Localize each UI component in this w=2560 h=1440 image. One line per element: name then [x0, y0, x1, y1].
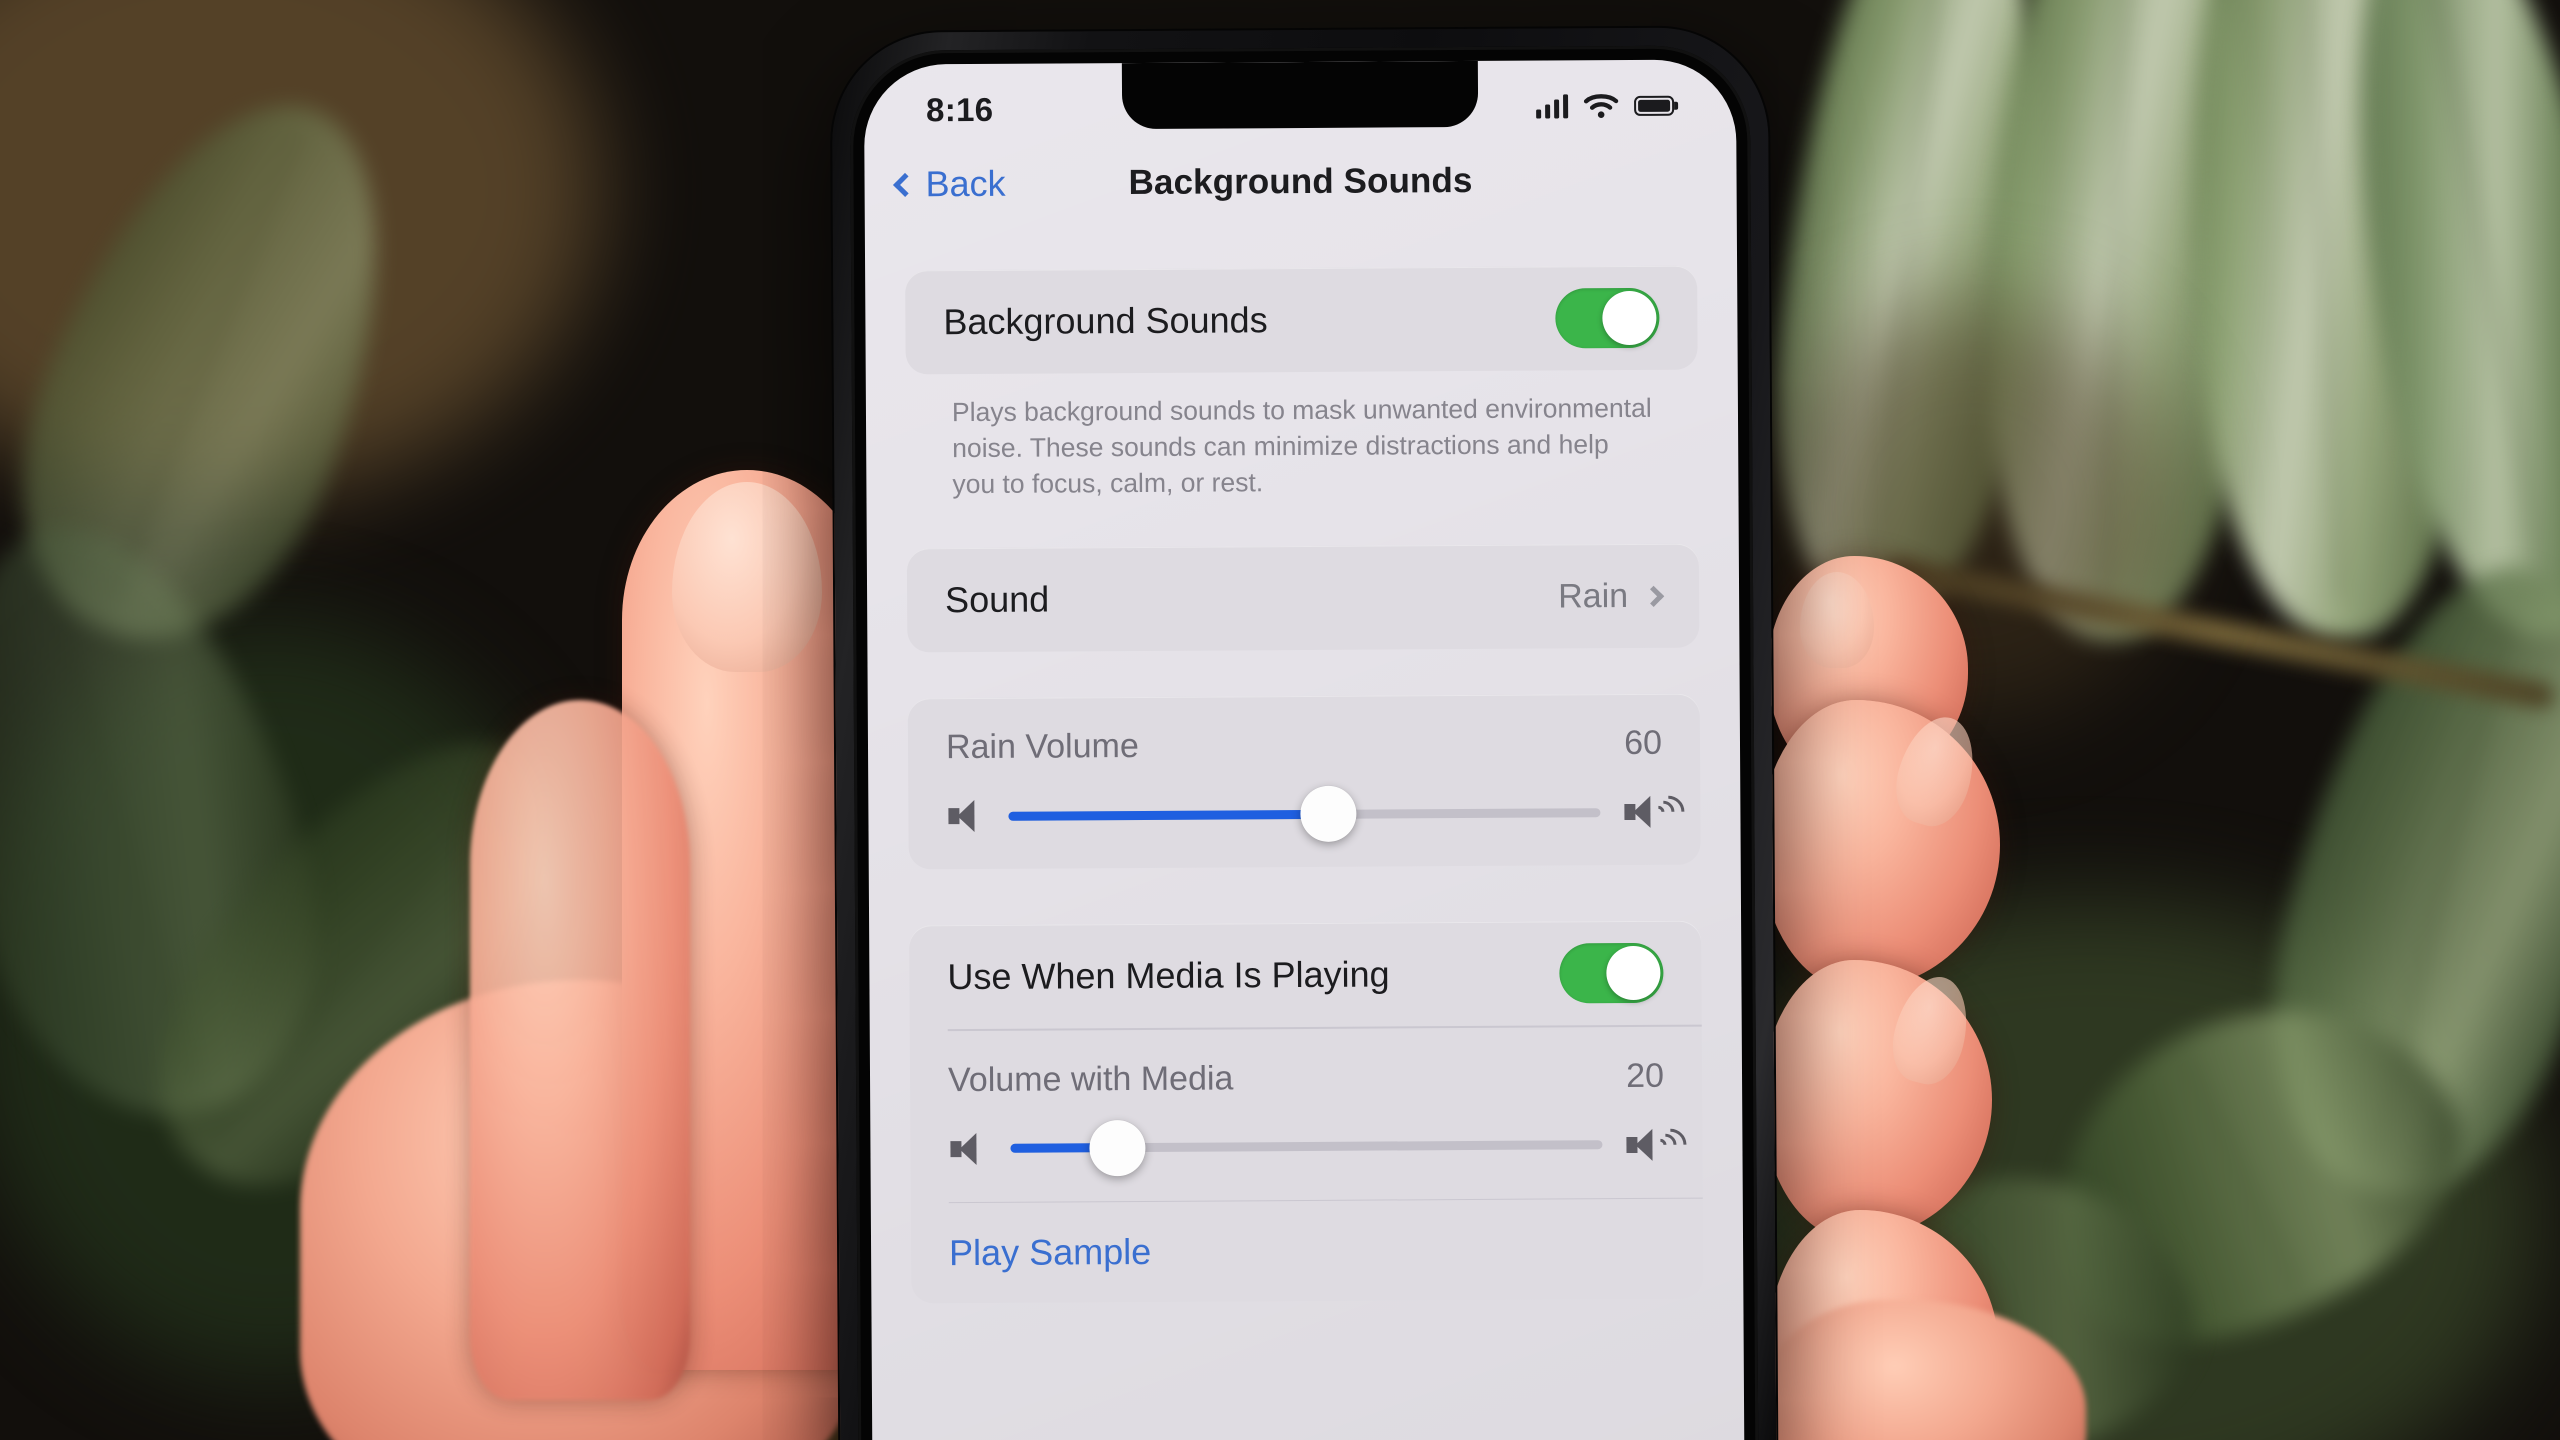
volume-with-media-block: Volume with Media 20: [910, 1026, 1703, 1202]
row-background-sounds[interactable]: Background Sounds: [905, 266, 1698, 375]
rain-volume-value: 60: [1624, 723, 1663, 763]
phone-screen: 8:16 Back Background Sounds Background S…: [863, 59, 1745, 1440]
notch: [1121, 60, 1479, 130]
settings-list: Background Sounds Plays background sound…: [865, 231, 1744, 1440]
background-sounds-toggle[interactable]: [1555, 287, 1660, 349]
speaker-low-icon: [946, 797, 986, 835]
volume-with-media-slider[interactable]: [1010, 1119, 1603, 1177]
sound-card: Sound Rain: [906, 543, 1700, 653]
background-sounds-footnote: Plays background sounds to mask unwanted…: [951, 392, 1652, 500]
rain-volume-fill: [1008, 809, 1329, 821]
rain-volume-card: Rain Volume 60: [907, 693, 1701, 870]
volume-with-media-value: 20: [1626, 1056, 1665, 1095]
background-sounds-card: Background Sounds: [905, 265, 1698, 375]
rain-volume-knob[interactable]: [1299, 785, 1357, 843]
rain-volume-label: Rain Volume: [945, 727, 1139, 767]
speaker-high-icon: [1622, 789, 1692, 835]
speaker-low-icon: [948, 1130, 988, 1168]
toggle-knob: [1606, 945, 1661, 1001]
use-when-media-toggle[interactable]: [1559, 942, 1664, 1004]
rain-volume-slider[interactable]: [1008, 785, 1601, 843]
back-button[interactable]: Back: [892, 162, 1006, 206]
use-when-media-label: Use When Media Is Playing: [947, 953, 1390, 998]
row-play-sample[interactable]: Play Sample: [911, 1199, 1704, 1304]
row-use-when-media[interactable]: Use When Media Is Playing: [909, 921, 1702, 1030]
chevron-right-icon: [1642, 585, 1665, 607]
rain-volume-block: Rain Volume 60: [908, 694, 1701, 870]
back-label: Back: [925, 162, 1006, 205]
battery-full-icon: [1634, 95, 1675, 116]
signal-bars-icon: [1535, 94, 1569, 119]
background-sounds-label: Background Sounds: [943, 299, 1268, 343]
toggle-knob: [1602, 290, 1657, 346]
wifi-icon: [1583, 94, 1619, 118]
play-sample-label: Play Sample: [948, 1231, 1152, 1274]
volume-with-media-label: Volume with Media: [947, 1059, 1234, 1099]
media-card: Use When Media Is Playing Volume with Me…: [909, 920, 1704, 1304]
status-time: 8:16: [925, 90, 994, 129]
navigation-bar: Back Background Sounds: [864, 137, 1736, 226]
volume-with-media-knob[interactable]: [1088, 1119, 1146, 1177]
chevron-left-icon: [893, 172, 918, 197]
phone-device: 8:16 Back Background Sounds Background S…: [831, 27, 1777, 1440]
sound-label: Sound: [944, 578, 1050, 621]
speaker-high-icon: [1624, 1121, 1694, 1168]
row-sound[interactable]: Sound Rain: [907, 544, 1700, 653]
sound-value: Rain: [1558, 576, 1629, 616]
